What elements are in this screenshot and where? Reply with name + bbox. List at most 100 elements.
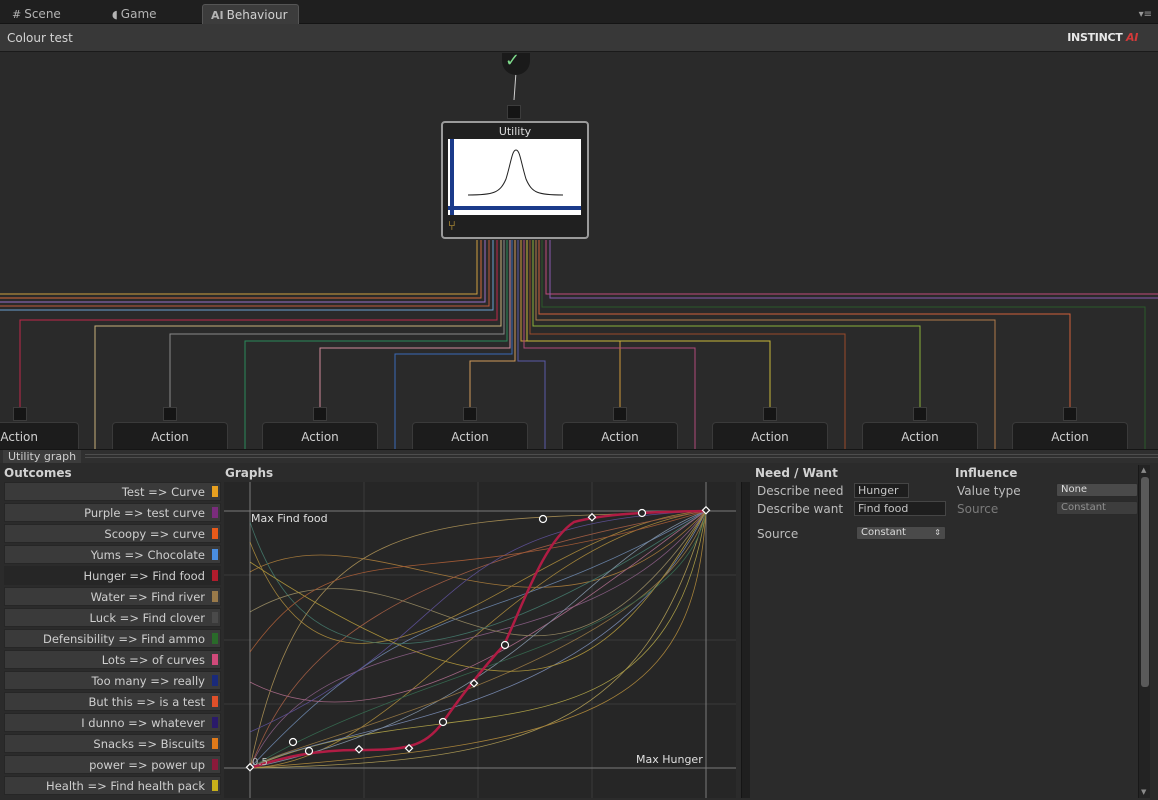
outcome-item[interactable]: Luck => Find clover — [4, 608, 221, 627]
color-swatch — [212, 570, 218, 581]
checkmark-icon: ✓ — [505, 52, 521, 71]
action-node[interactable]: Action — [412, 422, 528, 449]
dropdown-arrow-icon: ⇕ — [934, 528, 941, 537]
graph-x-label: Max Hunger — [636, 753, 703, 766]
color-swatch — [212, 675, 218, 686]
tab-scene[interactable]: # Scene — [4, 4, 69, 24]
value-type-dropdown[interactable]: None — [1056, 483, 1138, 497]
color-swatch — [212, 654, 218, 665]
outcome-item[interactable]: Scoopy => curve — [4, 524, 221, 543]
graphs-header: Graphs — [225, 466, 274, 480]
action-port[interactable] — [463, 407, 477, 421]
action-node[interactable]: Action — [712, 422, 828, 449]
value-type-label: Value type — [957, 484, 1021, 498]
color-swatch — [212, 507, 218, 518]
connection-wires — [0, 71, 1158, 449]
utility-node[interactable]: Utility ⑂ — [441, 121, 589, 239]
behaviour-canvas[interactable]: ✓ Utility ⑂ Action Action Action Action … — [0, 52, 1158, 449]
scroll-up-icon[interactable]: ▲ — [1141, 466, 1146, 474]
tab-behaviour-label: Behaviour — [226, 8, 288, 22]
outcome-item[interactable]: Water => Find river — [4, 587, 221, 606]
outcome-item[interactable]: Test => Curve — [4, 482, 221, 501]
describe-want-field[interactable]: Find food — [854, 501, 946, 516]
utility-graph-panel: Outcomes Graphs Need / Want Influence Te… — [0, 463, 1158, 800]
action-port[interactable] — [313, 407, 327, 421]
action-label: Action — [0, 430, 38, 444]
action-label: Action — [451, 430, 489, 444]
action-node[interactable]: Action — [1012, 422, 1128, 449]
action-port[interactable] — [13, 407, 27, 421]
action-label: Action — [901, 430, 939, 444]
outcomes-header: Outcomes — [4, 466, 72, 480]
utility-graph-panel-label: Utility graph — [3, 450, 82, 463]
action-port[interactable] — [1063, 407, 1077, 421]
panel-vertical-scrollbar[interactable]: ▲ ▼ — [1138, 465, 1150, 798]
outcome-item[interactable]: Purple => test curve — [4, 503, 221, 522]
need-source-label: Source — [757, 527, 799, 541]
influence-header: Influence — [955, 466, 1018, 480]
describe-need-label: Describe need — [757, 484, 844, 498]
action-port[interactable] — [913, 407, 927, 421]
action-node[interactable]: Action — [0, 422, 79, 449]
outcome-item[interactable]: Lots => of curves — [4, 650, 221, 669]
action-label: Action — [751, 430, 789, 444]
graph-origin-label: 0.5 — [252, 757, 268, 768]
color-swatch — [212, 633, 218, 644]
action-node[interactable]: Action — [562, 422, 678, 449]
bell-curve-preview — [448, 139, 581, 215]
branch-icon: ⑂ — [448, 219, 456, 234]
tab-game-label: Game — [120, 7, 157, 21]
outcome-item[interactable]: I dunno => whatever — [4, 713, 221, 732]
color-swatch — [212, 486, 218, 497]
editor-tab-bar: # Scene ◖ Game AI Behaviour ▾≡ — [0, 0, 1158, 24]
color-swatch — [212, 549, 218, 560]
outcome-item[interactable]: Defensibility => Find ammo — [4, 629, 221, 648]
graph-y-label: Max Find food — [251, 512, 328, 525]
action-node[interactable]: Action — [862, 422, 978, 449]
tab-game[interactable]: ◖ Game — [104, 4, 165, 24]
outcome-item[interactable]: Health => Find health pack — [4, 776, 221, 795]
graph-title-bar: Colour test INSTINCT AI — [0, 24, 1158, 52]
graph-title: Colour test — [7, 31, 73, 45]
graph-scrollbar[interactable] — [741, 482, 750, 798]
color-swatch — [212, 780, 218, 791]
pacman-icon: ◖ — [112, 8, 118, 21]
utility-node-label: Utility — [498, 125, 532, 138]
panel-splitter[interactable]: Utility graph — [0, 449, 1158, 463]
grid-icon: # — [12, 8, 22, 21]
action-port[interactable] — [763, 407, 777, 421]
action-node[interactable]: Action — [112, 422, 228, 449]
outcome-item[interactable]: Too many => really — [4, 671, 221, 690]
tab-menu-icon[interactable]: ▾≡ — [1139, 9, 1152, 20]
action-label: Action — [1051, 430, 1089, 444]
action-port[interactable] — [613, 407, 627, 421]
tab-scene-label: Scene — [24, 7, 61, 21]
color-swatch — [212, 612, 218, 623]
influence-source-label: Source — [957, 502, 999, 516]
describe-want-label: Describe want — [757, 502, 844, 516]
color-swatch — [212, 591, 218, 602]
outcome-item-selected[interactable]: Hunger => Find food — [4, 566, 221, 585]
scroll-down-icon[interactable]: ▼ — [1141, 788, 1146, 796]
influence-source-dropdown: Constant — [1056, 501, 1138, 515]
utility-input-port[interactable] — [507, 105, 521, 119]
outcome-item[interactable]: Snacks => Biscuits — [4, 734, 221, 753]
color-swatch — [212, 759, 218, 770]
scrollbar-thumb[interactable] — [1141, 477, 1149, 687]
action-label: Action — [151, 430, 189, 444]
curve-editor[interactable]: Max Find food Max Hunger 0.5 — [224, 482, 736, 798]
utility-node-preview — [448, 139, 581, 215]
action-port[interactable] — [163, 407, 177, 421]
describe-need-field[interactable]: Hunger — [854, 483, 909, 498]
outcome-item[interactable]: Yums => Chocolate — [4, 545, 221, 564]
utility-curve-graph[interactable]: Max Find food Max Hunger 0.5 — [224, 482, 736, 798]
tab-behaviour[interactable]: AI Behaviour — [202, 4, 299, 24]
color-swatch — [212, 717, 218, 728]
action-label: Action — [601, 430, 639, 444]
color-swatch — [212, 696, 218, 707]
outcomes-list: Test => Curve Purple => test curve Scoop… — [4, 482, 221, 798]
outcome-item[interactable]: But this => is a test — [4, 692, 221, 711]
action-node[interactable]: Action — [262, 422, 378, 449]
outcome-item[interactable]: power => power up — [4, 755, 221, 774]
need-source-dropdown[interactable]: Constant ⇕ — [856, 526, 946, 540]
